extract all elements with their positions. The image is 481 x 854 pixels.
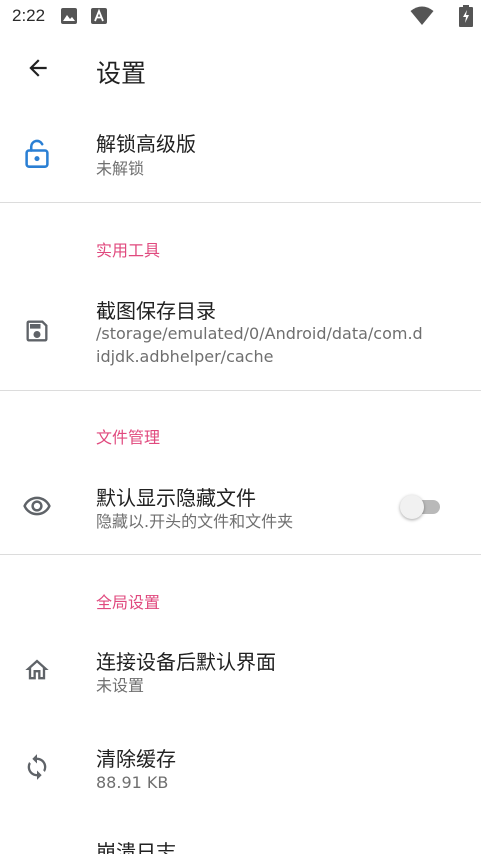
- divider: [0, 390, 481, 391]
- switch-thumb: [400, 495, 424, 519]
- pref-summary: 未解锁: [96, 159, 145, 178]
- pref-crash-log[interactable]: 崩溃日志: [0, 818, 481, 854]
- lock-open-icon: [22, 139, 52, 169]
- pref-summary: 未设置: [96, 676, 145, 695]
- pref-summary: /storage/emulated/0/Android/data/com.did…: [96, 324, 423, 366]
- pref-title: 清除缓存: [96, 747, 176, 771]
- show-hidden-switch[interactable]: [400, 495, 444, 519]
- pref-title: 解锁高级版: [96, 132, 196, 156]
- pref-screenshot-dir[interactable]: 截图保存目录 /storage/emulated/0/Android/data/…: [0, 272, 481, 390]
- pref-clear-cache[interactable]: 清除缓存 88.91 KB: [0, 720, 481, 816]
- app-bar: 设置: [0, 34, 481, 106]
- category-tools: 实用工具: [96, 241, 161, 260]
- divider: [0, 554, 481, 555]
- wifi-icon: [410, 6, 434, 25]
- status-bar: 2:22: [0, 0, 481, 34]
- pref-title: 崩溃日志: [96, 840, 176, 854]
- pref-unlock-premium[interactable]: 解锁高级版 未解锁: [0, 106, 481, 202]
- divider: [0, 202, 481, 203]
- sync-icon: [22, 752, 52, 782]
- pref-summary: 88.91 KB: [96, 773, 169, 792]
- a-badge-icon: [91, 8, 107, 24]
- image-icon: [61, 8, 77, 24]
- arrow-back-icon: [29, 59, 47, 77]
- save-icon: [22, 316, 52, 346]
- category-global: 全局设置: [96, 593, 161, 612]
- pref-default-screen[interactable]: 连接设备后默认界面 未设置: [0, 624, 481, 718]
- category-files: 文件管理: [96, 428, 161, 447]
- pref-title: 连接设备后默认界面: [96, 650, 276, 674]
- back-button[interactable]: [18, 48, 58, 88]
- eye-icon: [22, 491, 52, 521]
- pref-summary: 隐藏以.开头的文件和文件夹: [96, 512, 294, 531]
- battery-charging-icon: [459, 5, 473, 27]
- home-icon: [22, 655, 52, 685]
- status-time: 2:22: [12, 6, 46, 25]
- page-title: 设置: [96, 59, 147, 88]
- pref-title: 截图保存目录: [96, 299, 216, 323]
- pref-title: 默认显示隐藏文件: [96, 486, 256, 510]
